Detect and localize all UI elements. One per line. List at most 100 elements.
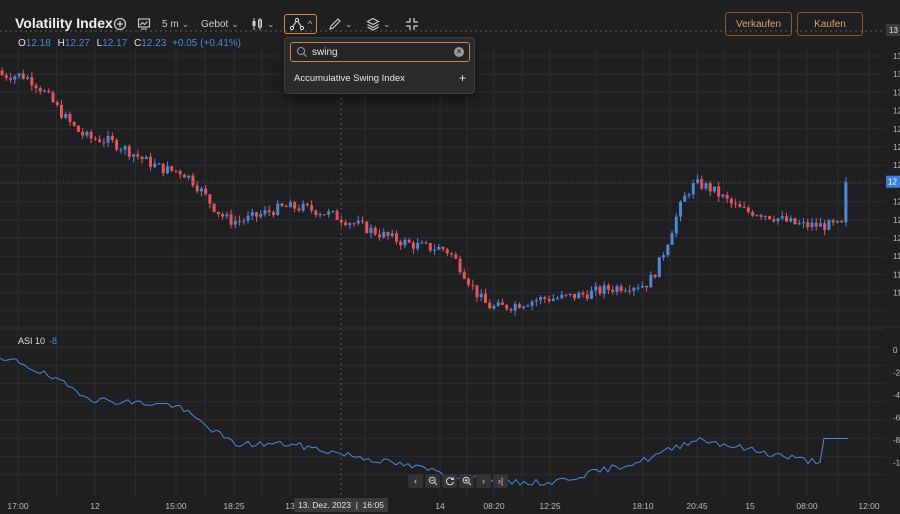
candle-body [653, 274, 657, 278]
candle-body [26, 77, 30, 79]
candles [0, 67, 885, 316]
x-tick-label: 12:25 [539, 501, 561, 511]
candle-body [657, 257, 661, 278]
candle-body [361, 220, 365, 222]
price-type-value: Gebot [201, 18, 229, 30]
candle-body [517, 304, 521, 309]
candle-body [394, 233, 398, 242]
candle-body [759, 215, 763, 217]
candle-body [170, 166, 174, 171]
x-tick-label: 18:10 [632, 501, 654, 511]
candle-body [373, 227, 377, 235]
candle-body [683, 195, 687, 202]
candle-body [534, 300, 538, 302]
indicator-result-label: Accumulative Swing Index [294, 72, 405, 84]
candle-body [751, 212, 755, 216]
candle-body [755, 215, 759, 217]
zoom-in-button[interactable] [459, 474, 474, 488]
candle-body [335, 210, 339, 220]
candle-body [4, 75, 8, 78]
candle-body [0, 70, 4, 76]
layers-button[interactable]: ⌄ [366, 14, 391, 34]
candle-body [589, 290, 593, 299]
collapse-button[interactable] [405, 14, 419, 34]
candle-body [38, 88, 42, 92]
candle-body [195, 185, 199, 192]
candle-body [55, 102, 59, 105]
candle-body [17, 73, 21, 77]
indicator-icon [289, 17, 305, 31]
candle-body [602, 285, 606, 294]
asi-name: ASI 10 [18, 336, 46, 346]
y-axis: 13131312121212121212121111110-2-4-6-8-11… [886, 24, 900, 468]
reset-zoom-button[interactable] [442, 474, 457, 488]
asi-y-tick-label: -1 [893, 459, 900, 468]
candle-body [585, 294, 589, 299]
interval-select[interactable]: 5 m ⌄ [162, 14, 189, 34]
indicator-search-box: × [290, 42, 470, 62]
add-symbol-button[interactable] [113, 14, 127, 34]
candle-body [322, 214, 326, 216]
candle-body [216, 211, 220, 215]
candle-body [233, 220, 237, 225]
indicator-search-input[interactable] [312, 46, 454, 58]
indicator-result-item[interactable]: Accumulative Swing Index + [294, 71, 466, 85]
candle-body [153, 163, 157, 168]
asi-y-tick-label: -2 [893, 369, 900, 378]
candle-body [386, 232, 390, 236]
candle-body [403, 239, 407, 246]
candle-body [640, 285, 644, 288]
chevron-right-icon: › [482, 476, 485, 486]
asi-line [0, 357, 848, 486]
candle-body [695, 179, 699, 184]
scroll-right-button[interactable]: › [476, 474, 491, 488]
candle-body [818, 223, 822, 227]
candle-body [377, 234, 381, 238]
candle-body [513, 304, 517, 311]
y-tick-label: 11 [893, 270, 900, 279]
candle-body [225, 214, 229, 217]
asi-polyline [0, 357, 848, 486]
candle-body [267, 210, 271, 213]
candle-body [310, 205, 314, 211]
candle-body [411, 242, 415, 249]
x-tick-label: 14 [435, 501, 445, 511]
candle-body [539, 297, 543, 301]
add-indicator-icon[interactable]: + [459, 71, 466, 85]
low-value: 12.17 [102, 38, 128, 49]
candle-body [810, 222, 814, 228]
scroll-to-end-button[interactable]: ›| [493, 474, 508, 488]
indicators-button[interactable]: ^ [284, 14, 318, 34]
sell-button[interactable]: Verkaufen [725, 12, 792, 36]
candle-body [623, 290, 627, 292]
clear-search-icon[interactable]: × [454, 47, 464, 57]
x-tick-label: 17:00 [7, 501, 29, 511]
chevron-up-icon: ^ [308, 19, 313, 29]
y-tick-label: 13 [893, 70, 900, 79]
candle-body [263, 210, 267, 214]
candle-body [725, 194, 729, 199]
chart-type-button[interactable] [137, 14, 151, 34]
candle-body [76, 125, 80, 132]
candle-body [428, 242, 432, 251]
candle-body [288, 202, 292, 208]
candle-body [416, 242, 420, 249]
candle-body [547, 298, 551, 302]
x-tick-label: 18:25 [223, 501, 245, 511]
candle-body [649, 274, 653, 288]
candle-body [174, 170, 178, 172]
candle-body [632, 287, 636, 291]
candle-body [454, 254, 458, 259]
candle-body [437, 246, 441, 250]
buy-button[interactable]: Kaufen [797, 12, 863, 36]
x-tick-label: 12 [90, 501, 100, 511]
price-type-select[interactable]: Gebot ⌄ [201, 14, 239, 34]
candle-style-button[interactable]: ⌄ [250, 14, 275, 34]
candle-body [742, 207, 746, 209]
candle-body [564, 294, 568, 296]
candle-body [242, 220, 246, 222]
zoom-out-button[interactable] [425, 474, 440, 488]
candle-body [526, 305, 530, 307]
drawing-tools-button[interactable]: ⌄ [328, 14, 353, 34]
scroll-left-button[interactable]: ‹ [408, 474, 423, 488]
